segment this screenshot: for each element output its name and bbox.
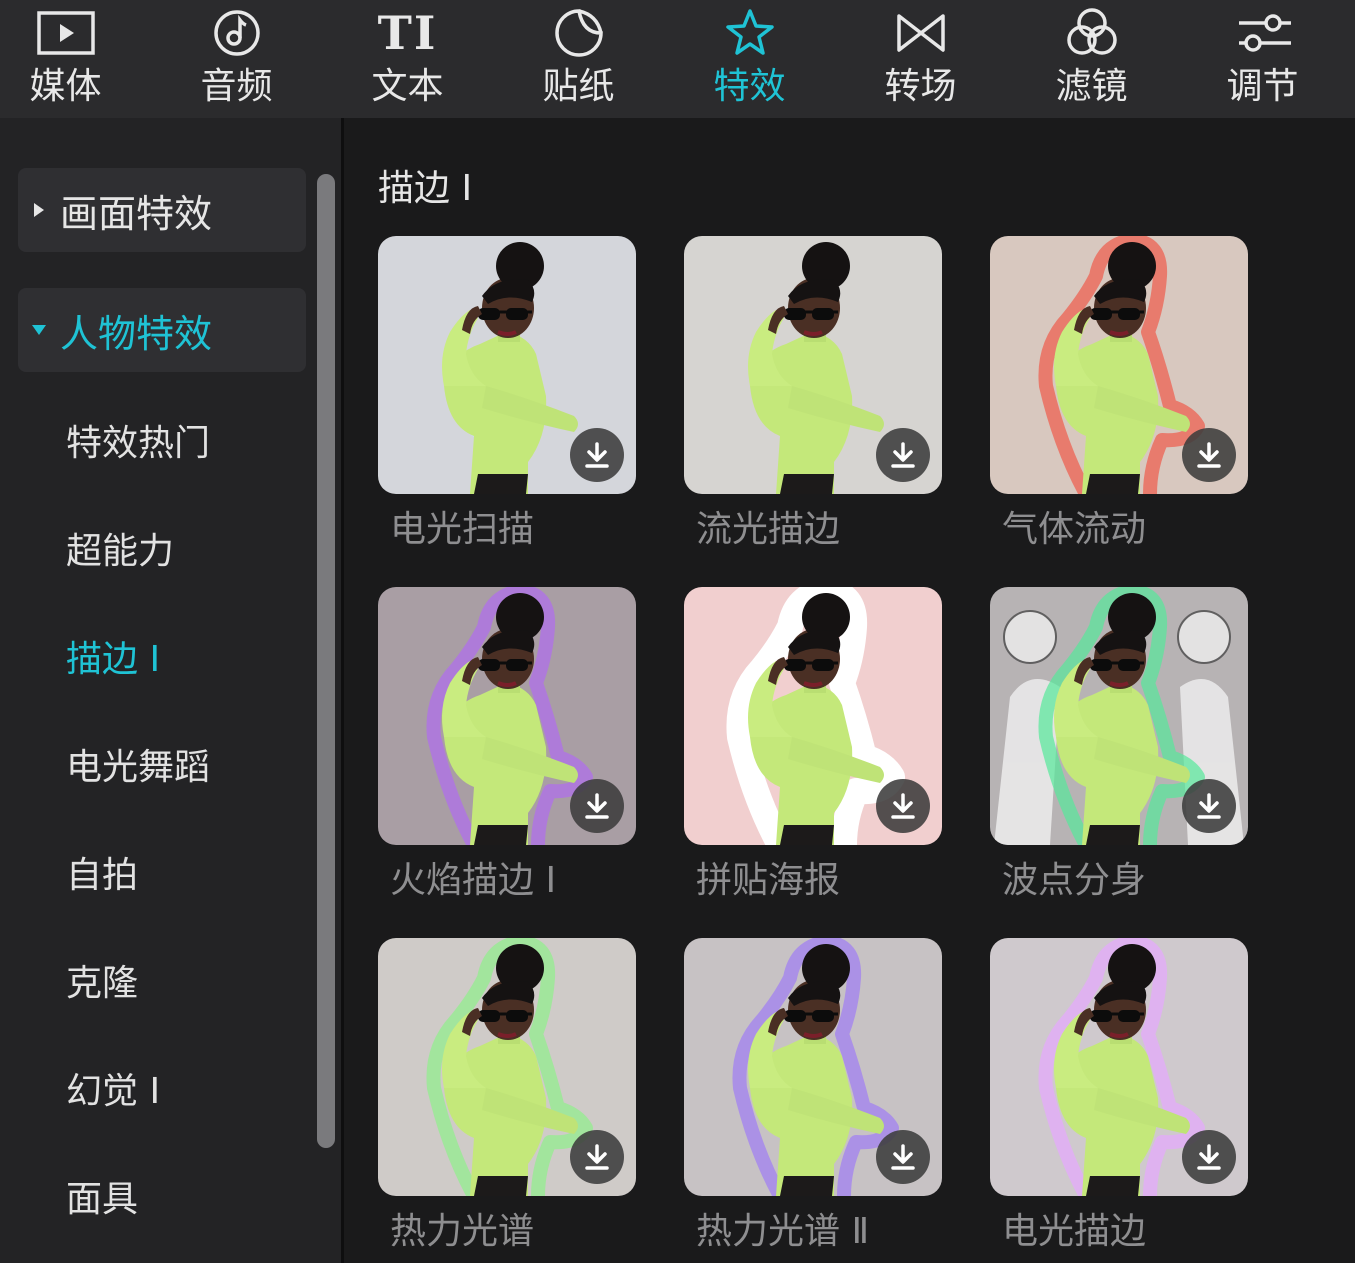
- tab-label: 调节: [1226, 66, 1299, 107]
- effect-label: 火焰描边 I: [390, 860, 557, 901]
- download-button[interactable]: [570, 1130, 624, 1184]
- transition-icon: [896, 0, 946, 66]
- top-toolbar: 媒体 音频 TI 文本 贴纸 特效 转场 滤镜 调节: [0, 0, 1355, 118]
- download-icon: [1197, 442, 1221, 468]
- download-button[interactable]: [876, 1130, 930, 1184]
- tab-label: 贴纸: [542, 66, 615, 107]
- download-button[interactable]: [570, 428, 624, 482]
- effect-card-electric-scan[interactable]: [378, 236, 636, 494]
- audio-icon: [212, 0, 262, 66]
- download-button[interactable]: [1182, 428, 1236, 482]
- effect-card-thermal-spectrum-2[interactable]: [684, 938, 942, 1196]
- tab-text[interactable]: TI 文本: [322, 0, 493, 118]
- download-icon: [1197, 793, 1221, 819]
- sidebar-item-superpower[interactable]: 超能力: [66, 530, 174, 574]
- tab-filter[interactable]: 滤镜: [1006, 0, 1177, 118]
- sidebar-item-illusion-1[interactable]: 幻觉 Ⅰ: [66, 1070, 160, 1114]
- download-button[interactable]: [570, 779, 624, 833]
- effect-label: 电光扫描: [390, 509, 535, 550]
- tab-label: 特效: [713, 66, 786, 107]
- category-person-effects[interactable]: 人物特效: [18, 288, 306, 372]
- sidebar-item-electric-dance[interactable]: 电光舞蹈: [66, 746, 210, 790]
- effect-label: 热力光谱: [390, 1211, 535, 1252]
- tab-sticker[interactable]: 贴纸: [493, 0, 664, 118]
- tab-label: 媒体: [29, 66, 102, 107]
- media-icon: [36, 0, 95, 66]
- tab-audio[interactable]: 音频: [151, 0, 322, 118]
- effect-card-flowing-outline[interactable]: [684, 236, 942, 494]
- tab-media[interactable]: 媒体: [0, 0, 151, 118]
- download-button[interactable]: [1182, 1130, 1236, 1184]
- download-icon: [585, 442, 609, 468]
- effect-label: 流光描边: [696, 509, 841, 550]
- effect-label: 波点分身: [1002, 860, 1147, 901]
- sidebar-item-clone[interactable]: 克隆: [66, 962, 138, 1006]
- tab-transition[interactable]: 转场: [835, 0, 1006, 118]
- tab-label: 音频: [200, 66, 273, 107]
- effect-card-flame-outline-1[interactable]: [378, 587, 636, 845]
- filter-icon: [1064, 0, 1120, 66]
- adjust-sliders-icon: [1235, 0, 1291, 66]
- sidebar-item-hot[interactable]: 特效热门: [66, 422, 210, 466]
- sidebar-item-outline-1[interactable]: 描边 I: [66, 638, 160, 682]
- download-icon: [891, 793, 915, 819]
- sidebar-scrollbar-thumb[interactable]: [317, 174, 335, 1148]
- category-scene-effects[interactable]: 画面特效: [18, 168, 306, 252]
- tab-label: 文本: [371, 66, 444, 107]
- download-icon: [891, 1144, 915, 1170]
- download-icon: [1197, 1144, 1221, 1170]
- download-icon: [585, 1144, 609, 1170]
- effect-label: 气体流动: [1002, 509, 1147, 550]
- sticker-icon: [553, 0, 605, 66]
- category-label: 画面特效: [60, 191, 213, 236]
- section-title: 描边 I: [378, 168, 473, 209]
- download-button[interactable]: [1182, 779, 1236, 833]
- effect-label: 电光描边: [1002, 1211, 1147, 1252]
- tab-adjust[interactable]: 调节: [1177, 0, 1348, 118]
- effect-card-gas-flow[interactable]: [990, 236, 1248, 494]
- download-icon: [891, 442, 915, 468]
- sidebar-item-mask[interactable]: 面具: [66, 1178, 138, 1222]
- caret-down-icon: [18, 324, 60, 336]
- text-icon-glyph: TI: [377, 6, 438, 60]
- text-icon: TI: [378, 0, 438, 66]
- sidebar-item-selfie[interactable]: 自拍: [66, 854, 138, 898]
- tab-label: 滤镜: [1055, 66, 1128, 107]
- download-button[interactable]: [876, 779, 930, 833]
- effect-card-dot-clone[interactable]: [990, 587, 1248, 845]
- effect-card-electric-outline[interactable]: [990, 938, 1248, 1196]
- category-label: 人物特效: [60, 311, 213, 356]
- effect-label: 拼贴海报: [696, 860, 841, 901]
- tab-label: 转场: [884, 66, 957, 107]
- effects-star-icon: [723, 0, 777, 66]
- panel-divider: [341, 118, 344, 1263]
- effect-label: 热力光谱 Ⅱ: [696, 1211, 870, 1252]
- tab-effects[interactable]: 特效: [664, 0, 835, 118]
- effect-card-collage-poster[interactable]: [684, 587, 942, 845]
- download-icon: [585, 793, 609, 819]
- caret-right-icon: [18, 202, 60, 218]
- download-button[interactable]: [876, 428, 930, 482]
- effect-card-thermal-spectrum[interactable]: [378, 938, 636, 1196]
